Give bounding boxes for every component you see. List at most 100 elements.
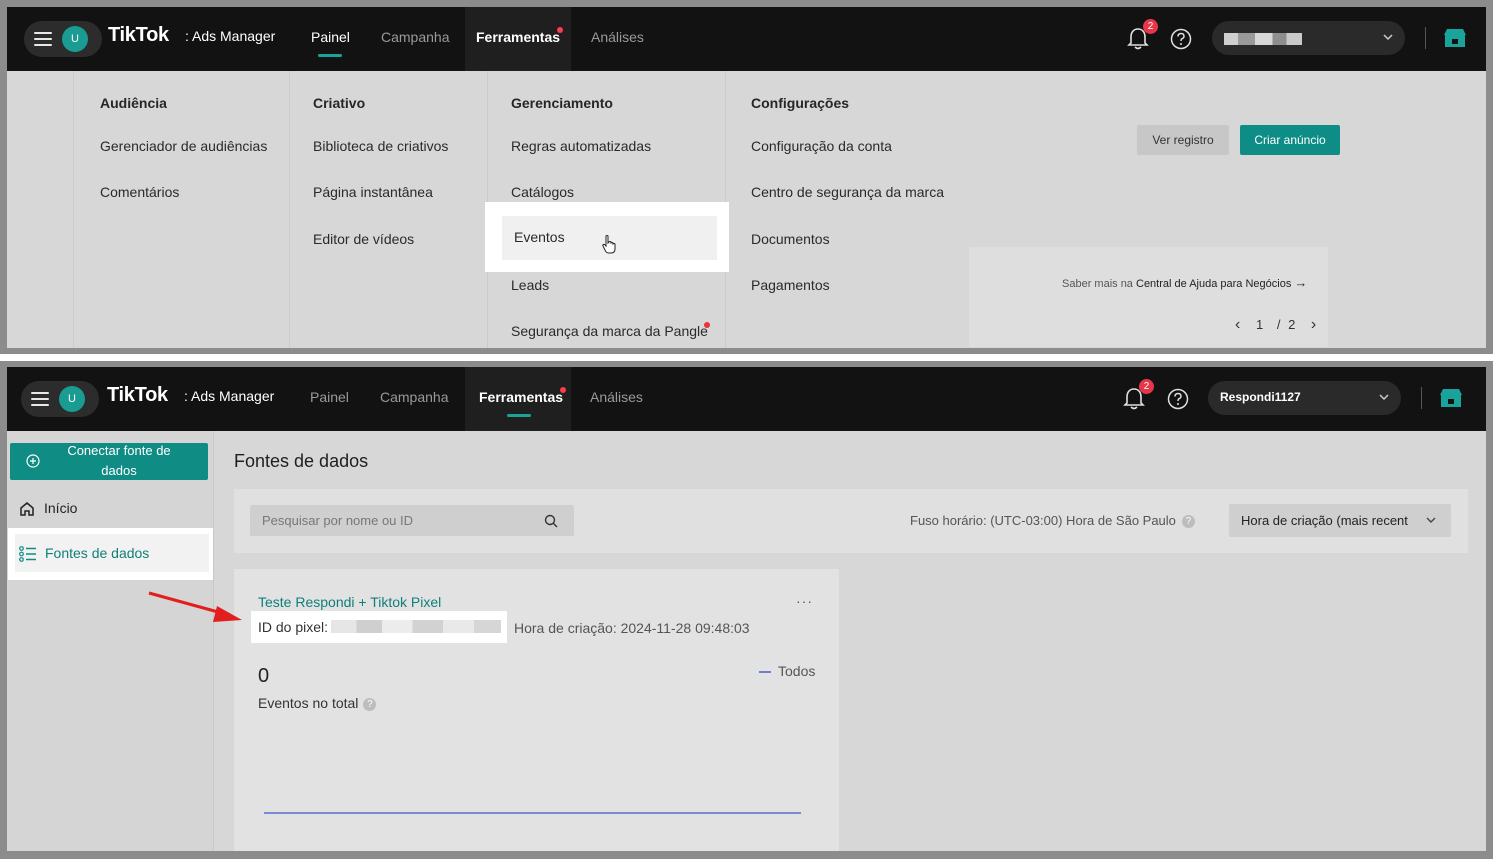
- menu-item-pagina-instantanea[interactable]: Página instantânea: [313, 184, 433, 200]
- menu-divider: [289, 71, 290, 348]
- total-events-value: 0: [258, 665, 270, 687]
- menu-item-centro-seguranca-marca[interactable]: Centro de segurança da marca: [751, 184, 944, 200]
- sidebar-item-fontes-de-dados[interactable]: Fontes de dados: [15, 534, 209, 572]
- top-menu-pill[interactable]: U: [24, 21, 102, 57]
- search-placeholder: Pesquisar por nome ou ID: [262, 513, 414, 528]
- pixel-id-label: ID do pixel:: [258, 619, 329, 635]
- page-current: 1: [1255, 317, 1264, 332]
- pixel-created-time: Hora de criação: 2024-11-28 09:48:03: [514, 620, 750, 636]
- search-icon[interactable]: [544, 514, 558, 528]
- tab-campanha[interactable]: Campanha: [381, 29, 450, 45]
- sidebar: Conectar fonte de dados Início Fontes de…: [7, 431, 214, 851]
- nav-divider: [1421, 387, 1422, 409]
- tiktok-logo: TikTok: [108, 24, 169, 46]
- chevron-down-icon: [1426, 517, 1436, 523]
- menu-item-comentarios[interactable]: Comentários: [100, 184, 179, 200]
- home-icon: [20, 502, 34, 516]
- account-selector[interactable]: Respondi1127: [1208, 381, 1401, 415]
- help-prefix: Saber mais na: [1062, 278, 1133, 290]
- chevron-down-icon: [1379, 394, 1389, 401]
- menu-item-gerenciador-audiencias[interactable]: Gerenciador de audiências: [100, 138, 267, 154]
- tiktok-logo: TikTok: [107, 384, 168, 406]
- pagination: ‹ 1 / 2 ›: [1235, 316, 1316, 334]
- menu-item-eventos-highlight: Eventos: [485, 202, 729, 272]
- page-total: 2: [1288, 317, 1296, 332]
- legend-swatch: [759, 671, 771, 674]
- arrow-right-icon[interactable]: →: [1294, 275, 1307, 290]
- tools-dropdown-menu: Audiência Gerenciador de audiências Come…: [73, 71, 969, 348]
- menu-divider: [73, 71, 74, 348]
- plus-circle-icon: [26, 454, 40, 468]
- tab-analises[interactable]: Análises: [590, 389, 643, 405]
- shop-icon[interactable]: [1443, 27, 1467, 49]
- account-name-redacted: [1224, 33, 1302, 45]
- shop-icon[interactable]: [1439, 387, 1463, 409]
- avatar[interactable]: U: [62, 26, 88, 52]
- help-icon[interactable]: [1167, 388, 1189, 410]
- events-chart-line: [264, 812, 801, 814]
- menu-item-biblioteca-criativos[interactable]: Biblioteca de criativos: [313, 138, 448, 154]
- menu-item-documentos[interactable]: Documentos: [751, 231, 830, 247]
- menu-heading-configuracoes: Configurações: [751, 95, 850, 111]
- menu-heading-audiencia: Audiência: [100, 95, 167, 111]
- question-icon[interactable]: ?: [1181, 515, 1195, 529]
- page-prev-icon[interactable]: ‹: [1235, 316, 1240, 333]
- tab-painel[interactable]: Painel: [311, 29, 350, 45]
- hand-cursor-icon: [602, 235, 616, 254]
- view-log-button[interactable]: Ver registro: [1137, 125, 1229, 155]
- pixel-id-redacted: [331, 620, 501, 633]
- pixel-name-link[interactable]: Teste Respondi + Tiktok Pixel: [258, 594, 441, 610]
- help-icon[interactable]: [1170, 28, 1192, 50]
- top-frame: U TikTok : Ads Manager Painel Campanha F…: [7, 7, 1486, 348]
- search-input[interactable]: Pesquisar por nome ou ID: [250, 505, 574, 536]
- tab-active-underline: [507, 414, 531, 417]
- help-link-text: Saber mais na Central de Ajuda para Negó…: [1062, 275, 1307, 290]
- top-navbar: U TikTok : Ads Manager Painel Campanha F…: [7, 7, 1486, 71]
- chart-legend: Todos: [759, 663, 815, 679]
- menu-item-editor-videos[interactable]: Editor de vídeos: [313, 231, 414, 247]
- sort-value: Hora de criação (mais recent: [1241, 513, 1408, 528]
- red-annotation-arrow-icon: [148, 591, 242, 622]
- menu-item-catalogos[interactable]: Catálogos: [511, 184, 574, 200]
- menu-item-pagamentos[interactable]: Pagamentos: [751, 277, 830, 293]
- bottom-screenshot-panel: U TikTok : Ads Manager Painel Campanha F…: [0, 361, 1493, 859]
- page-title: Fontes de dados: [234, 451, 369, 471]
- sidebar-highlight: Fontes de dados: [8, 528, 213, 580]
- menu-item-eventos[interactable]: Eventos: [502, 216, 717, 260]
- ads-manager-label: : Ads Manager: [185, 28, 276, 44]
- help-card: Saber mais na Central de Ajuda para Negó…: [969, 247, 1328, 347]
- menu-item-seguranca-pangle[interactable]: Segurança da marca da Pangle: [511, 323, 708, 339]
- timezone-text: Fuso horário: (UTC-03:00) Hora de São Pa…: [910, 513, 1176, 528]
- question-icon[interactable]: ?: [363, 697, 377, 711]
- tab-painel[interactable]: Painel: [310, 389, 349, 405]
- bottom-menu-pill[interactable]: U: [21, 381, 99, 417]
- pixel-card: Teste Respondi + Tiktok Pixel ··· ID do …: [234, 569, 839, 851]
- tab-ferramentas-dot: [560, 387, 566, 393]
- connect-data-source-label: Conectar fonte de dados: [67, 443, 171, 478]
- menu-item-eventos-label: Eventos: [514, 229, 565, 245]
- tab-campanha[interactable]: Campanha: [380, 389, 449, 405]
- menu-heading-criativo: Criativo: [313, 95, 366, 111]
- menu-item-regras-automatizadas[interactable]: Regras automatizadas: [511, 138, 651, 154]
- connect-data-source-button[interactable]: Conectar fonte de dados: [10, 443, 208, 480]
- ads-manager-label: : Ads Manager: [184, 388, 275, 404]
- sort-select[interactable]: Hora de criação (mais recent: [1229, 504, 1451, 537]
- page-next-icon[interactable]: ›: [1311, 316, 1316, 333]
- hamburger-icon[interactable]: [34, 31, 52, 47]
- help-center-link[interactable]: Central de Ajuda para Negócios: [1136, 278, 1291, 290]
- bottom-frame: U TikTok : Ads Manager Painel Campanha F…: [7, 367, 1486, 851]
- menu-item-leads[interactable]: Leads: [511, 277, 549, 293]
- create-ad-button[interactable]: Criar anúncio: [1240, 125, 1340, 155]
- notification-badge: 2: [1143, 19, 1158, 34]
- tab-ferramentas[interactable]: Ferramentas: [476, 29, 560, 45]
- notification-badge: 2: [1139, 379, 1154, 394]
- tab-analises[interactable]: Análises: [591, 29, 644, 45]
- more-options-icon[interactable]: ···: [796, 593, 813, 609]
- hamburger-icon[interactable]: [31, 391, 49, 407]
- account-name: Respondi1127: [1220, 390, 1301, 404]
- account-selector[interactable]: [1212, 21, 1405, 55]
- avatar[interactable]: U: [59, 386, 85, 412]
- tab-ferramentas[interactable]: Ferramentas: [479, 389, 563, 405]
- menu-item-configuracao-conta[interactable]: Configuração da conta: [751, 138, 892, 154]
- sidebar-item-label: Fontes de dados: [45, 545, 150, 561]
